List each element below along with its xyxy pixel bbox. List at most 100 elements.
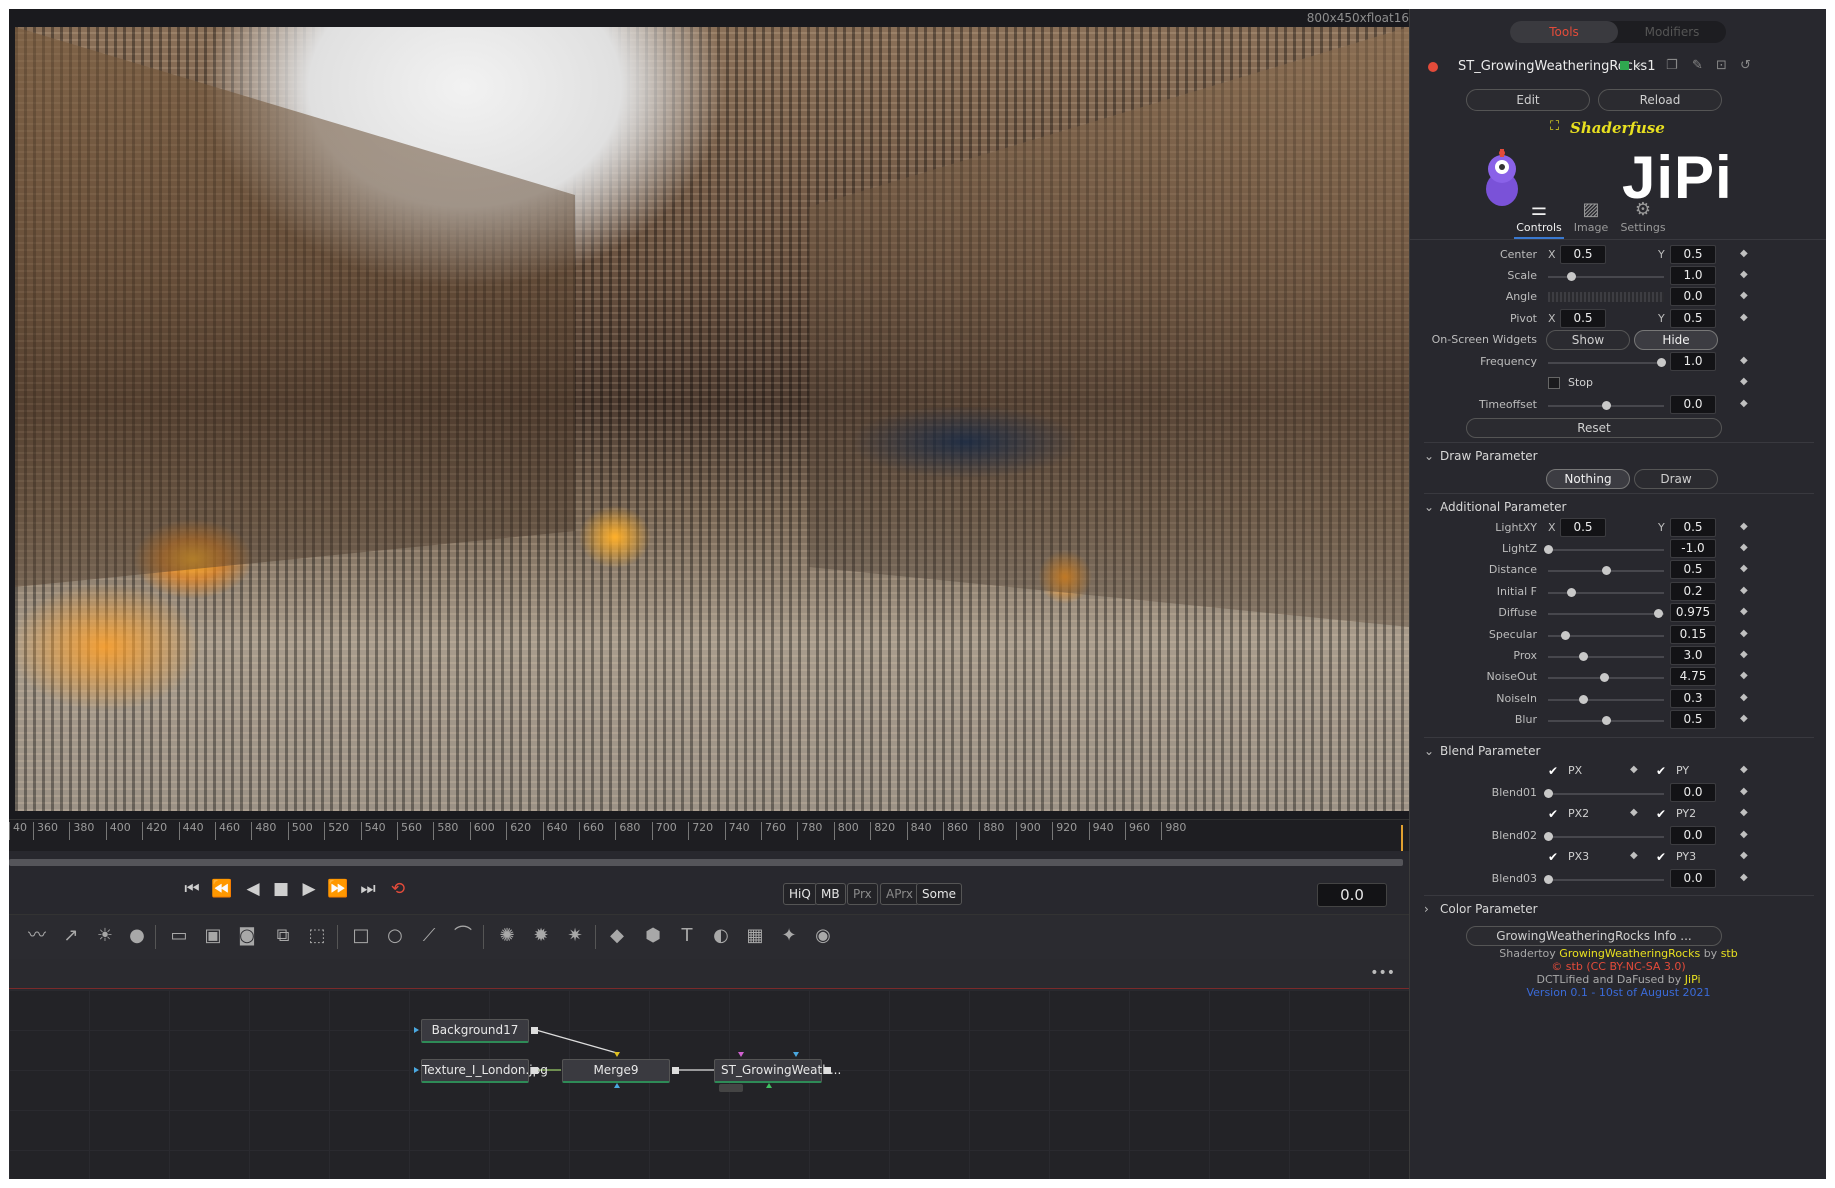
slider-knob[interactable]	[1561, 630, 1571, 640]
slider-knob[interactable]	[1602, 566, 1611, 576]
param-slider[interactable]	[1548, 716, 1664, 726]
slider-knob[interactable]	[1544, 545, 1553, 554]
node-editor[interactable]: Background17 Texture_I_London.jpg Merge9…	[9, 990, 1409, 1179]
stop-checkbox[interactable]	[1548, 377, 1560, 389]
param-input[interactable]: 0.5	[1670, 560, 1716, 580]
scale-input[interactable]: 1.0	[1670, 266, 1716, 285]
node-output-pin[interactable]	[824, 1067, 831, 1074]
param-input[interactable]: -1.0	[1670, 539, 1716, 558]
keyframe-icon[interactable]: ◆	[1740, 628, 1748, 639]
keyframe-icon[interactable]: ◆	[1740, 872, 1748, 883]
time-ruler[interactable]: 40 360 380 400 420 440 460 480 500 520 540 560 580 60…	[9, 819, 1409, 851]
draw-nothing-button[interactable]: Nothing	[1546, 469, 1630, 489]
quality-aprx-button[interactable]: APrx	[880, 883, 919, 905]
keyframe-icon[interactable]: ◆	[1740, 585, 1748, 596]
timeline-scrollbar[interactable]	[9, 859, 1403, 866]
param-slider[interactable]	[1548, 694, 1664, 704]
text-3d-icon[interactable]: T	[675, 925, 699, 947]
param-input[interactable]: 0.975	[1670, 603, 1716, 623]
playhead[interactable]	[1401, 825, 1403, 851]
param-input[interactable]: 0.5	[1670, 710, 1716, 730]
polygon-mask-icon[interactable]: ⟋	[417, 925, 441, 947]
merge-icon[interactable]: ▣	[201, 925, 225, 947]
slider-knob[interactable]	[1544, 832, 1553, 841]
keyframe-icon[interactable]: ◆	[1740, 649, 1748, 660]
reset-button[interactable]: Reset	[1466, 418, 1722, 438]
blend-slider[interactable]	[1544, 789, 1664, 798]
go-to-end-icon[interactable]: ⏭	[355, 879, 381, 899]
quality-some-button[interactable]: Some	[916, 883, 963, 905]
keyframe-icon[interactable]: ◆	[1740, 269, 1748, 280]
tab-tools[interactable]: Tools	[1510, 21, 1618, 43]
go-to-start-icon[interactable]: ⏮	[179, 879, 205, 899]
keyframe-icon[interactable]: ◆	[1740, 764, 1748, 775]
particle-pmerge-icon[interactable]: ✷	[563, 925, 587, 947]
blend-slider[interactable]	[1544, 875, 1664, 884]
merge-3d-icon[interactable]: ◐	[709, 925, 733, 947]
tab-modifiers[interactable]: Modifiers	[1618, 21, 1726, 43]
blend-input[interactable]: 0.0	[1670, 869, 1716, 888]
param-input[interactable]: 0.3	[1670, 688, 1716, 708]
node-output-pin[interactable]	[531, 1067, 538, 1074]
credit-license[interactable]: © stb (CC BY-NC-SA 3.0)	[1410, 960, 1826, 973]
credit-jipi-link[interactable]: JiPi	[1685, 973, 1701, 986]
quality-hiq-button[interactable]: HiQ	[783, 883, 817, 905]
stop-icon[interactable]: ■	[268, 879, 294, 899]
check-icon[interactable]: ✔	[1656, 765, 1668, 777]
angle-thumbwheel[interactable]	[1548, 292, 1664, 302]
tool-enabled-dot[interactable]	[1428, 62, 1438, 72]
camera-3d-icon[interactable]: ▦	[743, 925, 767, 947]
param-slider[interactable]	[1544, 545, 1664, 554]
node-texture[interactable]: Texture_I_London.jpg	[421, 1059, 548, 1083]
angle-input[interactable]: 0.0	[1670, 287, 1716, 306]
slider-knob[interactable]	[1567, 587, 1577, 597]
keyframe-icon[interactable]: ◆	[1740, 850, 1748, 861]
draw-parameter-section[interactable]: ⌄ Draw Parameter	[1424, 442, 1814, 463]
brightness-contrast-icon[interactable]: ☀	[93, 925, 117, 947]
node-merge[interactable]: Merge9	[562, 1059, 670, 1083]
pin-icon[interactable]: ✎	[1692, 58, 1703, 73]
particle-emitter-icon[interactable]: ✺	[495, 925, 519, 947]
slider-knob[interactable]	[1578, 694, 1588, 704]
keyframe-icon[interactable]: ◆	[1740, 606, 1748, 617]
keyframe-icon[interactable]: ◆	[1630, 850, 1638, 861]
keyframe-icon[interactable]: ◆	[1740, 807, 1748, 818]
slider-knob[interactable]	[1654, 609, 1664, 619]
slider-knob[interactable]	[1602, 716, 1611, 726]
transform-icon[interactable]: ⧉	[271, 925, 295, 947]
lock-icon[interactable]: ⊡	[1716, 58, 1727, 73]
param-input[interactable]: 0.2	[1670, 581, 1716, 601]
additional-parameter-section[interactable]: ⌄ Additional Parameter	[1424, 493, 1814, 514]
param-slider[interactable]	[1548, 652, 1664, 661]
bspline-mask-icon[interactable]: ⌒	[451, 925, 475, 947]
node-background[interactable]: Background17	[421, 1019, 529, 1043]
check-icon[interactable]: ✔	[1656, 808, 1668, 820]
polyline-stroke-icon[interactable]: ↗	[59, 925, 83, 947]
node-shader[interactable]: ST_GrowingWeath...	[714, 1059, 841, 1083]
check-icon[interactable]: ✔	[1656, 851, 1668, 863]
step-forward-key-icon[interactable]: ⏩	[325, 879, 351, 899]
more-options-icon[interactable]: •••	[1370, 965, 1395, 981]
slider-knob[interactable]	[1599, 673, 1609, 683]
check-icon[interactable]: ✔	[1548, 808, 1560, 820]
keyframe-icon[interactable]: ◆	[1740, 248, 1748, 259]
center-x-input[interactable]: 0.5	[1560, 245, 1606, 264]
chevron-down-icon[interactable]: ⌄	[1634, 57, 1643, 70]
show-widgets-button[interactable]: Show	[1546, 330, 1630, 350]
quality-prx-button[interactable]: Prx	[847, 883, 878, 905]
slider-knob[interactable]	[1578, 652, 1588, 661]
tool-color-swatch[interactable]	[1620, 61, 1629, 70]
slider-knob[interactable]	[1656, 358, 1666, 367]
pivot-y-input[interactable]: 0.5	[1670, 309, 1716, 328]
frequency-input[interactable]: 1.0	[1670, 352, 1716, 371]
keyframe-icon[interactable]: ◆	[1740, 542, 1748, 553]
param-input[interactable]: 3.0	[1670, 646, 1716, 665]
blend-input[interactable]: 0.0	[1670, 826, 1716, 845]
frequency-slider[interactable]	[1548, 358, 1666, 367]
check-icon[interactable]: ✔	[1548, 851, 1560, 863]
keyframe-icon[interactable]: ◆	[1740, 713, 1748, 724]
version-icon[interactable]: ❐	[1666, 58, 1678, 73]
param-slider[interactable]	[1548, 630, 1664, 640]
edit-button[interactable]: Edit	[1466, 89, 1590, 111]
blend-input[interactable]: 0.0	[1670, 783, 1716, 802]
